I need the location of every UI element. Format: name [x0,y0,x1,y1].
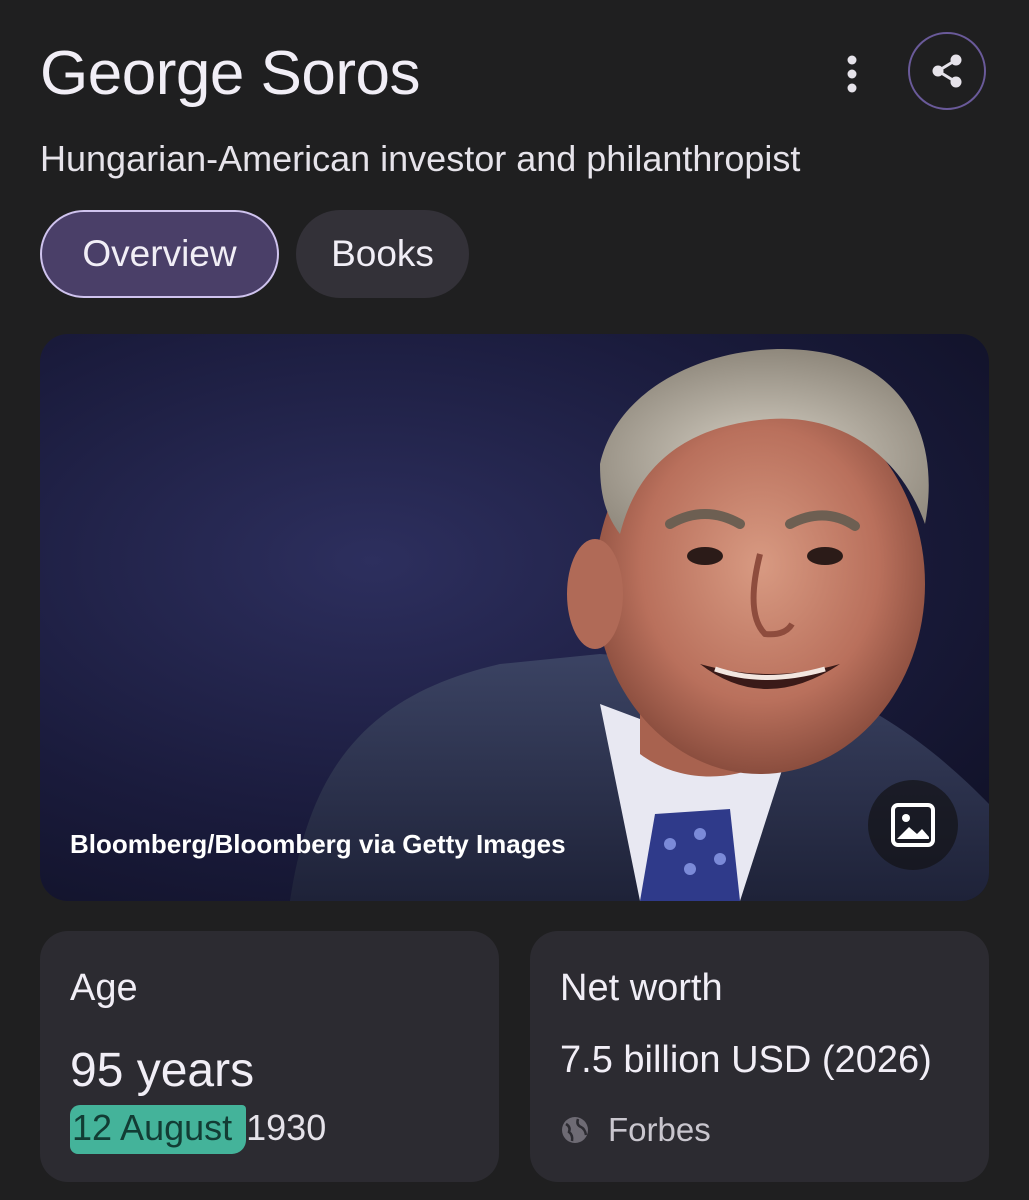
net-worth-value: 7.5 billion USD (2026) [560,1039,932,1081]
portrait-illustration [290,348,989,901]
birth-date-highlight: 12 August [70,1105,247,1154]
photo-credit: Bloomberg/Bloomberg via Getty Images [70,829,566,859]
share-icon [932,54,962,88]
view-images-button[interactable] [868,780,958,870]
birth-date: 12 August 1930 [70,1105,327,1154]
page-title: George Soros [40,39,421,108]
net-worth-label: Net worth [560,967,723,1009]
knowledge-panel: George Soros Hungarian-American investor… [0,0,1029,1200]
share-button[interactable] [908,32,986,110]
age-value: 95 years [70,1044,255,1097]
more-options-button[interactable] [830,52,874,96]
portrait-photo[interactable]: Bloomberg/Bloomberg via Getty Images [40,334,989,901]
age-card[interactable]: Age 95 years 12 August 1930 [40,931,499,1182]
age-label: Age [70,967,138,1009]
tab-overview[interactable]: Overview [40,210,279,298]
image-icon [891,803,935,847]
source-label: Forbes [608,1111,711,1148]
globe-icon [562,1117,588,1143]
tab-books[interactable]: Books [296,210,469,298]
subtitle: Hungarian-American investor and philanth… [40,138,801,179]
birth-year: 1930 [246,1107,327,1148]
more-vert-icon [847,55,857,93]
net-worth-card[interactable]: Net worth 7.5 billion USD (2026) Forbes [530,931,989,1182]
source-link[interactable]: Forbes [560,1111,711,1149]
